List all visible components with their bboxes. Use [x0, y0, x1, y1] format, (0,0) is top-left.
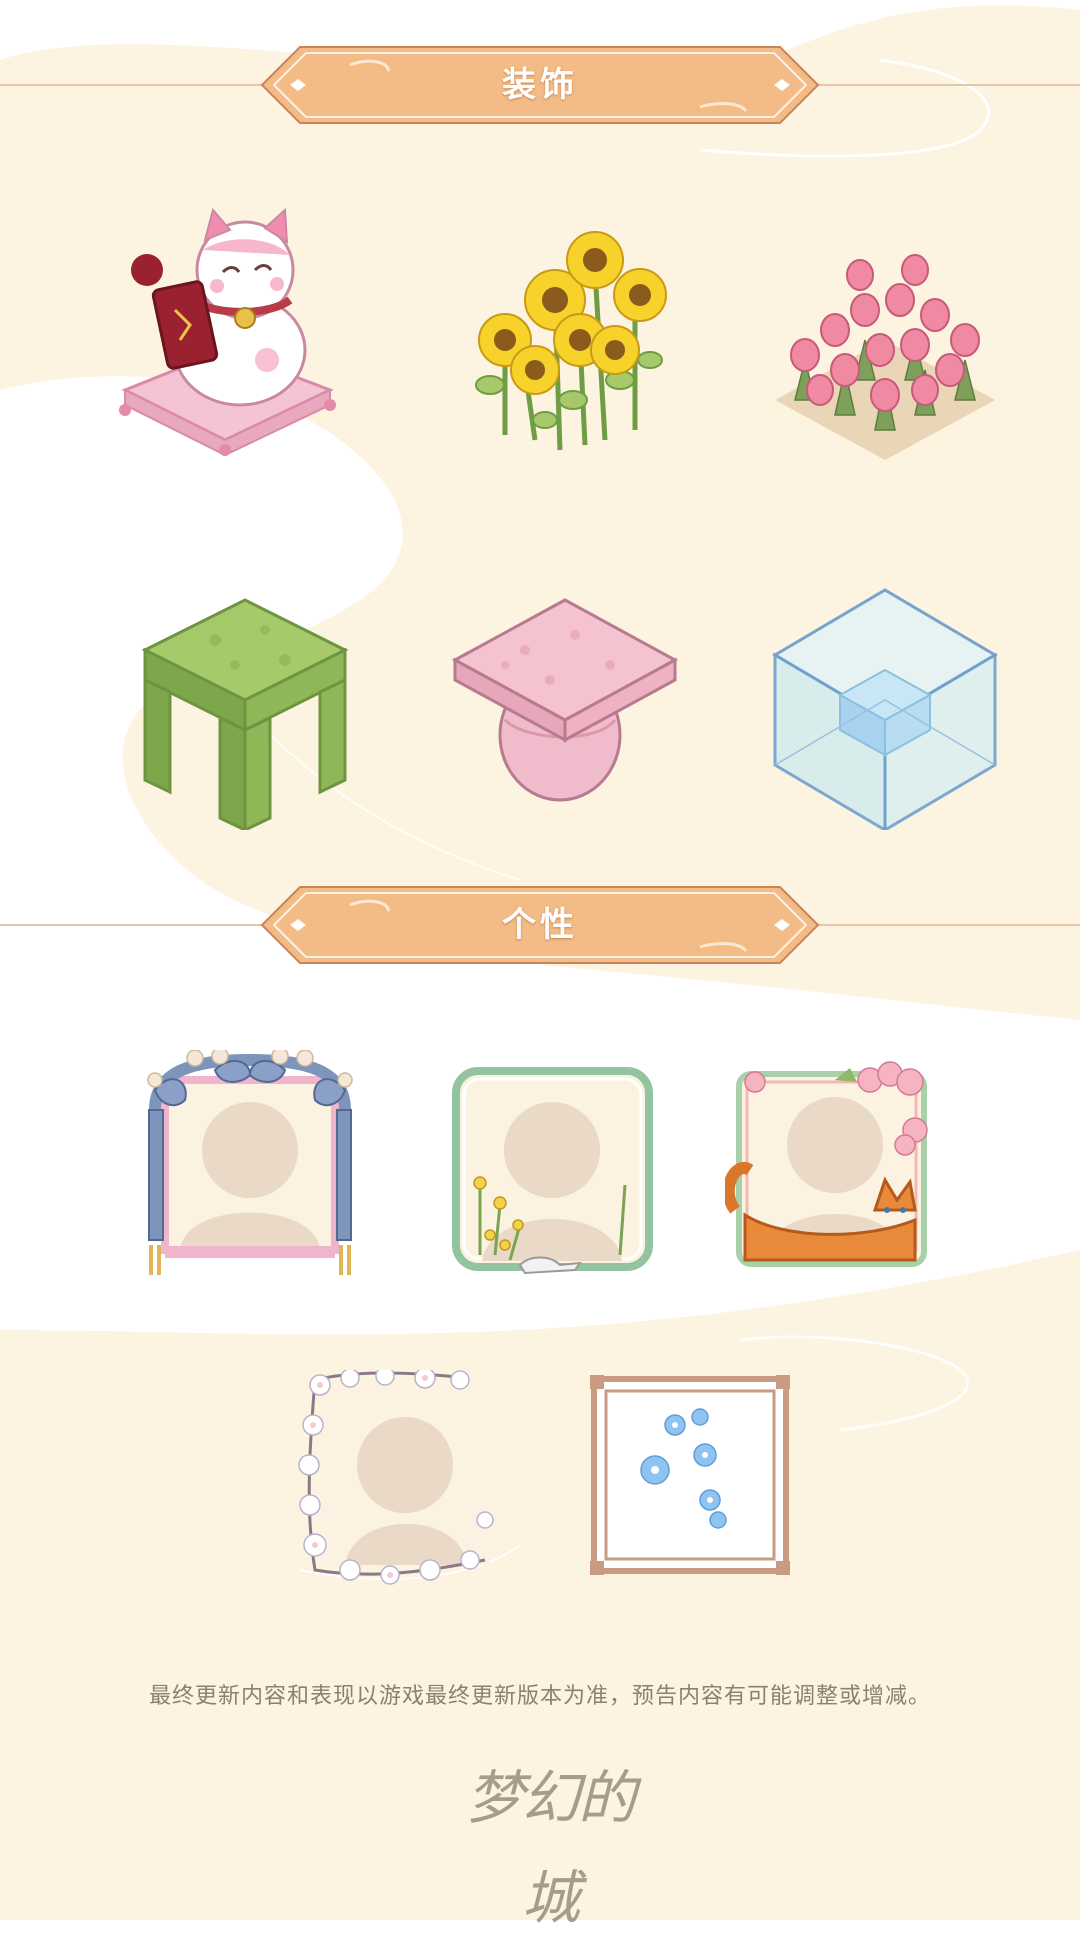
- lucky-cat-icon[interactable]: [105, 200, 345, 460]
- section-banner-personality: 个性: [260, 885, 820, 965]
- sunflower-icon[interactable]: [445, 200, 685, 460]
- section-banner-decoration: 装饰: [260, 45, 820, 125]
- section-title-personality: 个性: [502, 905, 578, 945]
- grass-table-icon[interactable]: [125, 570, 365, 830]
- blue-flower-square-frame-icon[interactable]: [590, 1375, 790, 1575]
- game-logo: 梦幻的城: [465, 1764, 636, 1932]
- white-blossom-frame-icon[interactable]: [295, 1370, 505, 1585]
- blue-ornate-frame-icon[interactable]: [135, 1050, 365, 1280]
- pink-mushroom-stool-icon[interactable]: [445, 570, 685, 830]
- disclaimer-notice: 最终更新内容和表现以游戏最终更新版本为准，预告内容有可能调整或增减。: [148, 1684, 931, 1709]
- orange-cat-frame-icon[interactable]: [725, 1060, 935, 1280]
- glass-cube-icon[interactable]: [765, 570, 1005, 830]
- section-title-decoration: 装饰: [502, 65, 578, 105]
- green-flower-frame-icon[interactable]: [450, 1065, 655, 1280]
- tulip-bed-icon[interactable]: [765, 200, 1005, 460]
